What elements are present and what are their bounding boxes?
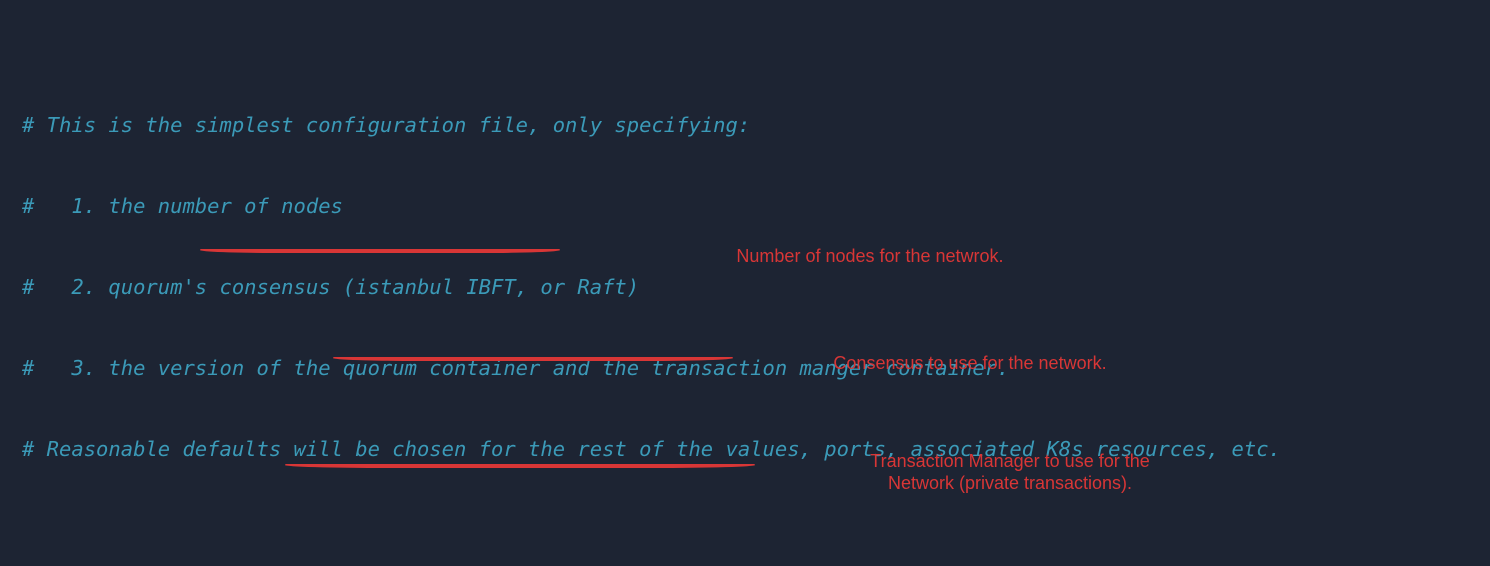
code-line: # 3. the version of the quorum container…: [0, 355, 1490, 382]
code-editor-viewport[interactable]: # This is the simplest configuration fil…: [0, 0, 1490, 566]
annotation-line-icon: [285, 464, 755, 468]
code-line: # 2. quorum's consensus (istanbul IBFT, …: [0, 274, 1490, 301]
code-line: # 1. the number of nodes: [0, 193, 1490, 220]
annotation-text: Number of nodes for the netwrok.: [670, 245, 1070, 267]
code-line: # Reasonable defaults will be chosen for…: [0, 436, 1490, 463]
code-line: # This is the simplest configuration fil…: [0, 112, 1490, 139]
code-line: [0, 517, 1490, 544]
annotation-line-icon: [200, 249, 560, 253]
